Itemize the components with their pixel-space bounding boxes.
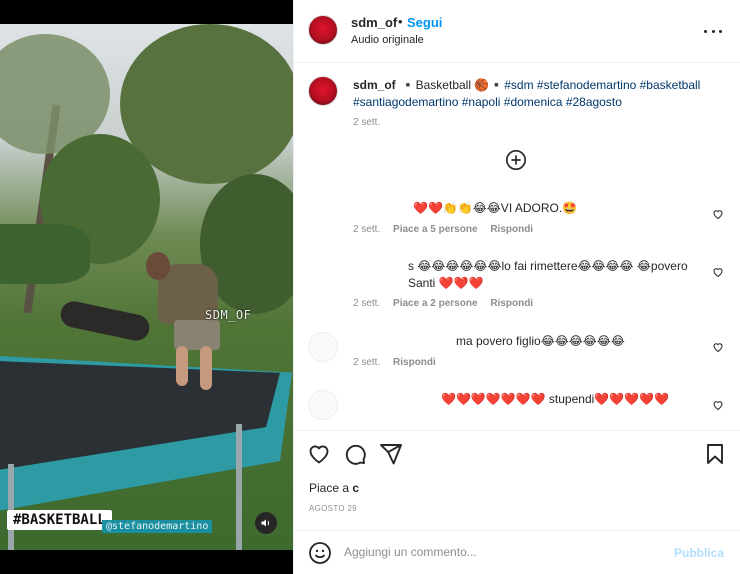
speaker-icon[interactable] — [255, 512, 277, 534]
like-heart-icon[interactable] — [307, 442, 331, 466]
commenter-avatar[interactable] — [308, 390, 338, 420]
add-comment-bar: Pubblica — [294, 530, 740, 574]
hedge — [0, 224, 90, 284]
trampoline-leg — [8, 464, 14, 550]
likes-summary[interactable]: Piace a c — [309, 481, 359, 495]
comment-text: s 😂😂😂😂😂😂lo fai rimettere😂😂😂😂 😂povero San… — [408, 259, 688, 290]
comment-text: ❤️❤️👏👏😂😂VI ADORO.🤩 — [413, 201, 578, 215]
comment-meta: 2 sett. Piace a 2 persone Rispondi — [353, 298, 543, 309]
heart-icon[interactable] — [712, 265, 724, 278]
caption-time: 2 sett. — [353, 117, 381, 128]
comment-meta: 2 sett. Piace a 5 persone Rispondi — [353, 224, 543, 235]
caption-text: ▪️Basketball 🏀▪️ — [400, 78, 505, 92]
video-watermark: SDM_OF — [205, 308, 252, 322]
child-figure — [58, 298, 152, 344]
bookmark-icon[interactable] — [703, 442, 727, 466]
post-details-panel: sdm_of • Segui Audio originale sdm_of ▪️B… — [293, 0, 740, 574]
comment-time: 2 sett. — [353, 298, 381, 309]
comment-likes[interactable]: Piace a 5 persone — [393, 224, 478, 235]
audio-link[interactable]: Audio originale — [351, 34, 424, 46]
commenter-avatar[interactable] — [308, 332, 338, 362]
comment-input[interactable] — [344, 545, 644, 559]
video-handle-overlay: @stefanodemartino — [102, 520, 213, 533]
comment-bubble-icon[interactable] — [343, 442, 367, 466]
separator-dot: • — [398, 14, 403, 29]
video-hashtag-overlay: #BASKETBALL — [7, 510, 112, 530]
comment-text: ma povero figlio😂😂😂😂😂😂 — [456, 334, 625, 348]
heart-icon[interactable] — [712, 398, 724, 411]
post-media[interactable]: SDM_OF #BASKETBALL @stefanodemartino — [0, 0, 293, 574]
person-head — [146, 252, 170, 280]
likes-prefix: Piace a — [309, 481, 350, 495]
likes-first-name[interactable]: c — [352, 481, 359, 495]
reply-button[interactable]: Rispondi — [490, 298, 533, 309]
comment-time: 2 sett. — [353, 224, 381, 235]
trampoline-leg — [236, 424, 242, 550]
reply-button[interactable]: Rispondi — [393, 357, 436, 368]
heart-icon[interactable] — [712, 340, 724, 353]
publish-button[interactable]: Pubblica — [674, 546, 724, 560]
heart-icon[interactable] — [712, 207, 724, 220]
emoji-smiley-icon[interactable] — [308, 541, 332, 565]
commenter-avatar[interactable] — [308, 256, 338, 286]
person-leg — [200, 346, 212, 390]
comment-meta: 2 sett. Rispondi — [353, 357, 446, 368]
more-options-icon[interactable] — [704, 22, 722, 40]
person-leg — [176, 346, 188, 386]
comment-likes[interactable]: Piace a 2 persone — [393, 298, 478, 309]
commenter-avatar[interactable] — [308, 194, 338, 224]
caption-avatar[interactable] — [308, 76, 338, 106]
post-caption: sdm_of ▪️Basketball 🏀▪️#sdm #stefanodemar… — [353, 77, 713, 110]
share-send-icon[interactable] — [379, 442, 403, 466]
plus-circle-icon[interactable] — [505, 149, 527, 171]
caption-username[interactable]: sdm_of — [353, 78, 396, 92]
follow-button[interactable]: Segui — [407, 15, 442, 30]
author-username[interactable]: sdm_of — [351, 15, 397, 30]
post-header: sdm_of • Segui Audio originale — [294, 0, 740, 63]
comment-text: ❤️❤️❤️❤️❤️❤️❤️ stupendi❤️❤️❤️❤️❤️ — [441, 392, 669, 406]
post-date[interactable]: AGOSTO 29 — [309, 504, 357, 513]
reply-button[interactable]: Rispondi — [490, 224, 533, 235]
comment-time: 2 sett. — [353, 357, 381, 368]
avatar[interactable] — [308, 15, 338, 45]
video-player[interactable]: SDM_OF #BASKETBALL @stefanodemartino — [0, 24, 293, 550]
